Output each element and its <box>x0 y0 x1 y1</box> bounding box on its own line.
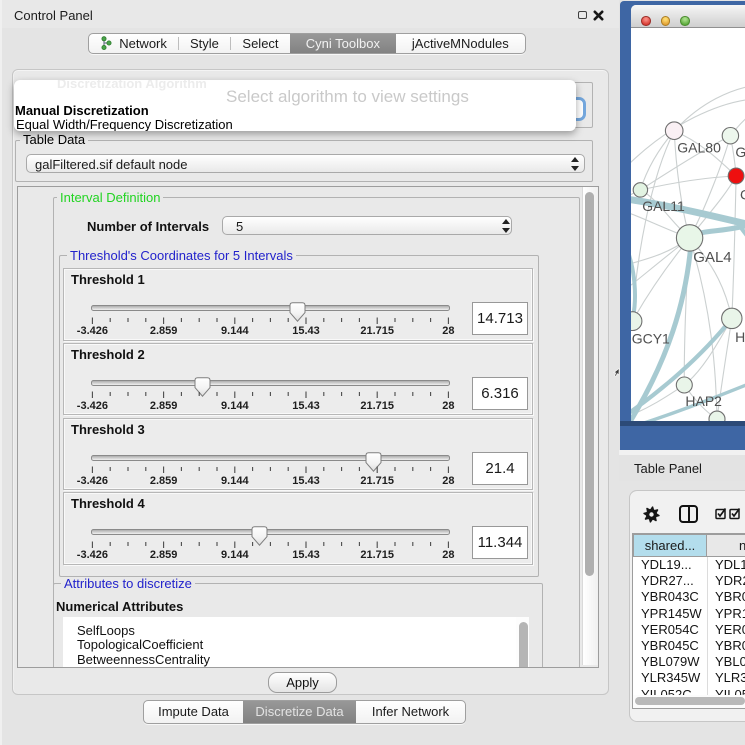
svg-text:C: C <box>740 187 745 203</box>
svg-text:GAL11: GAL11 <box>642 198 685 214</box>
svg-text:H: H <box>735 329 745 345</box>
svg-text:HAP2: HAP2 <box>685 393 722 409</box>
svg-text:GAL80: GAL80 <box>677 140 721 156</box>
svg-text:GA: GA <box>735 144 745 160</box>
svg-text:GAL4: GAL4 <box>693 249 731 266</box>
svg-text:GCY1: GCY1 <box>632 331 670 347</box>
